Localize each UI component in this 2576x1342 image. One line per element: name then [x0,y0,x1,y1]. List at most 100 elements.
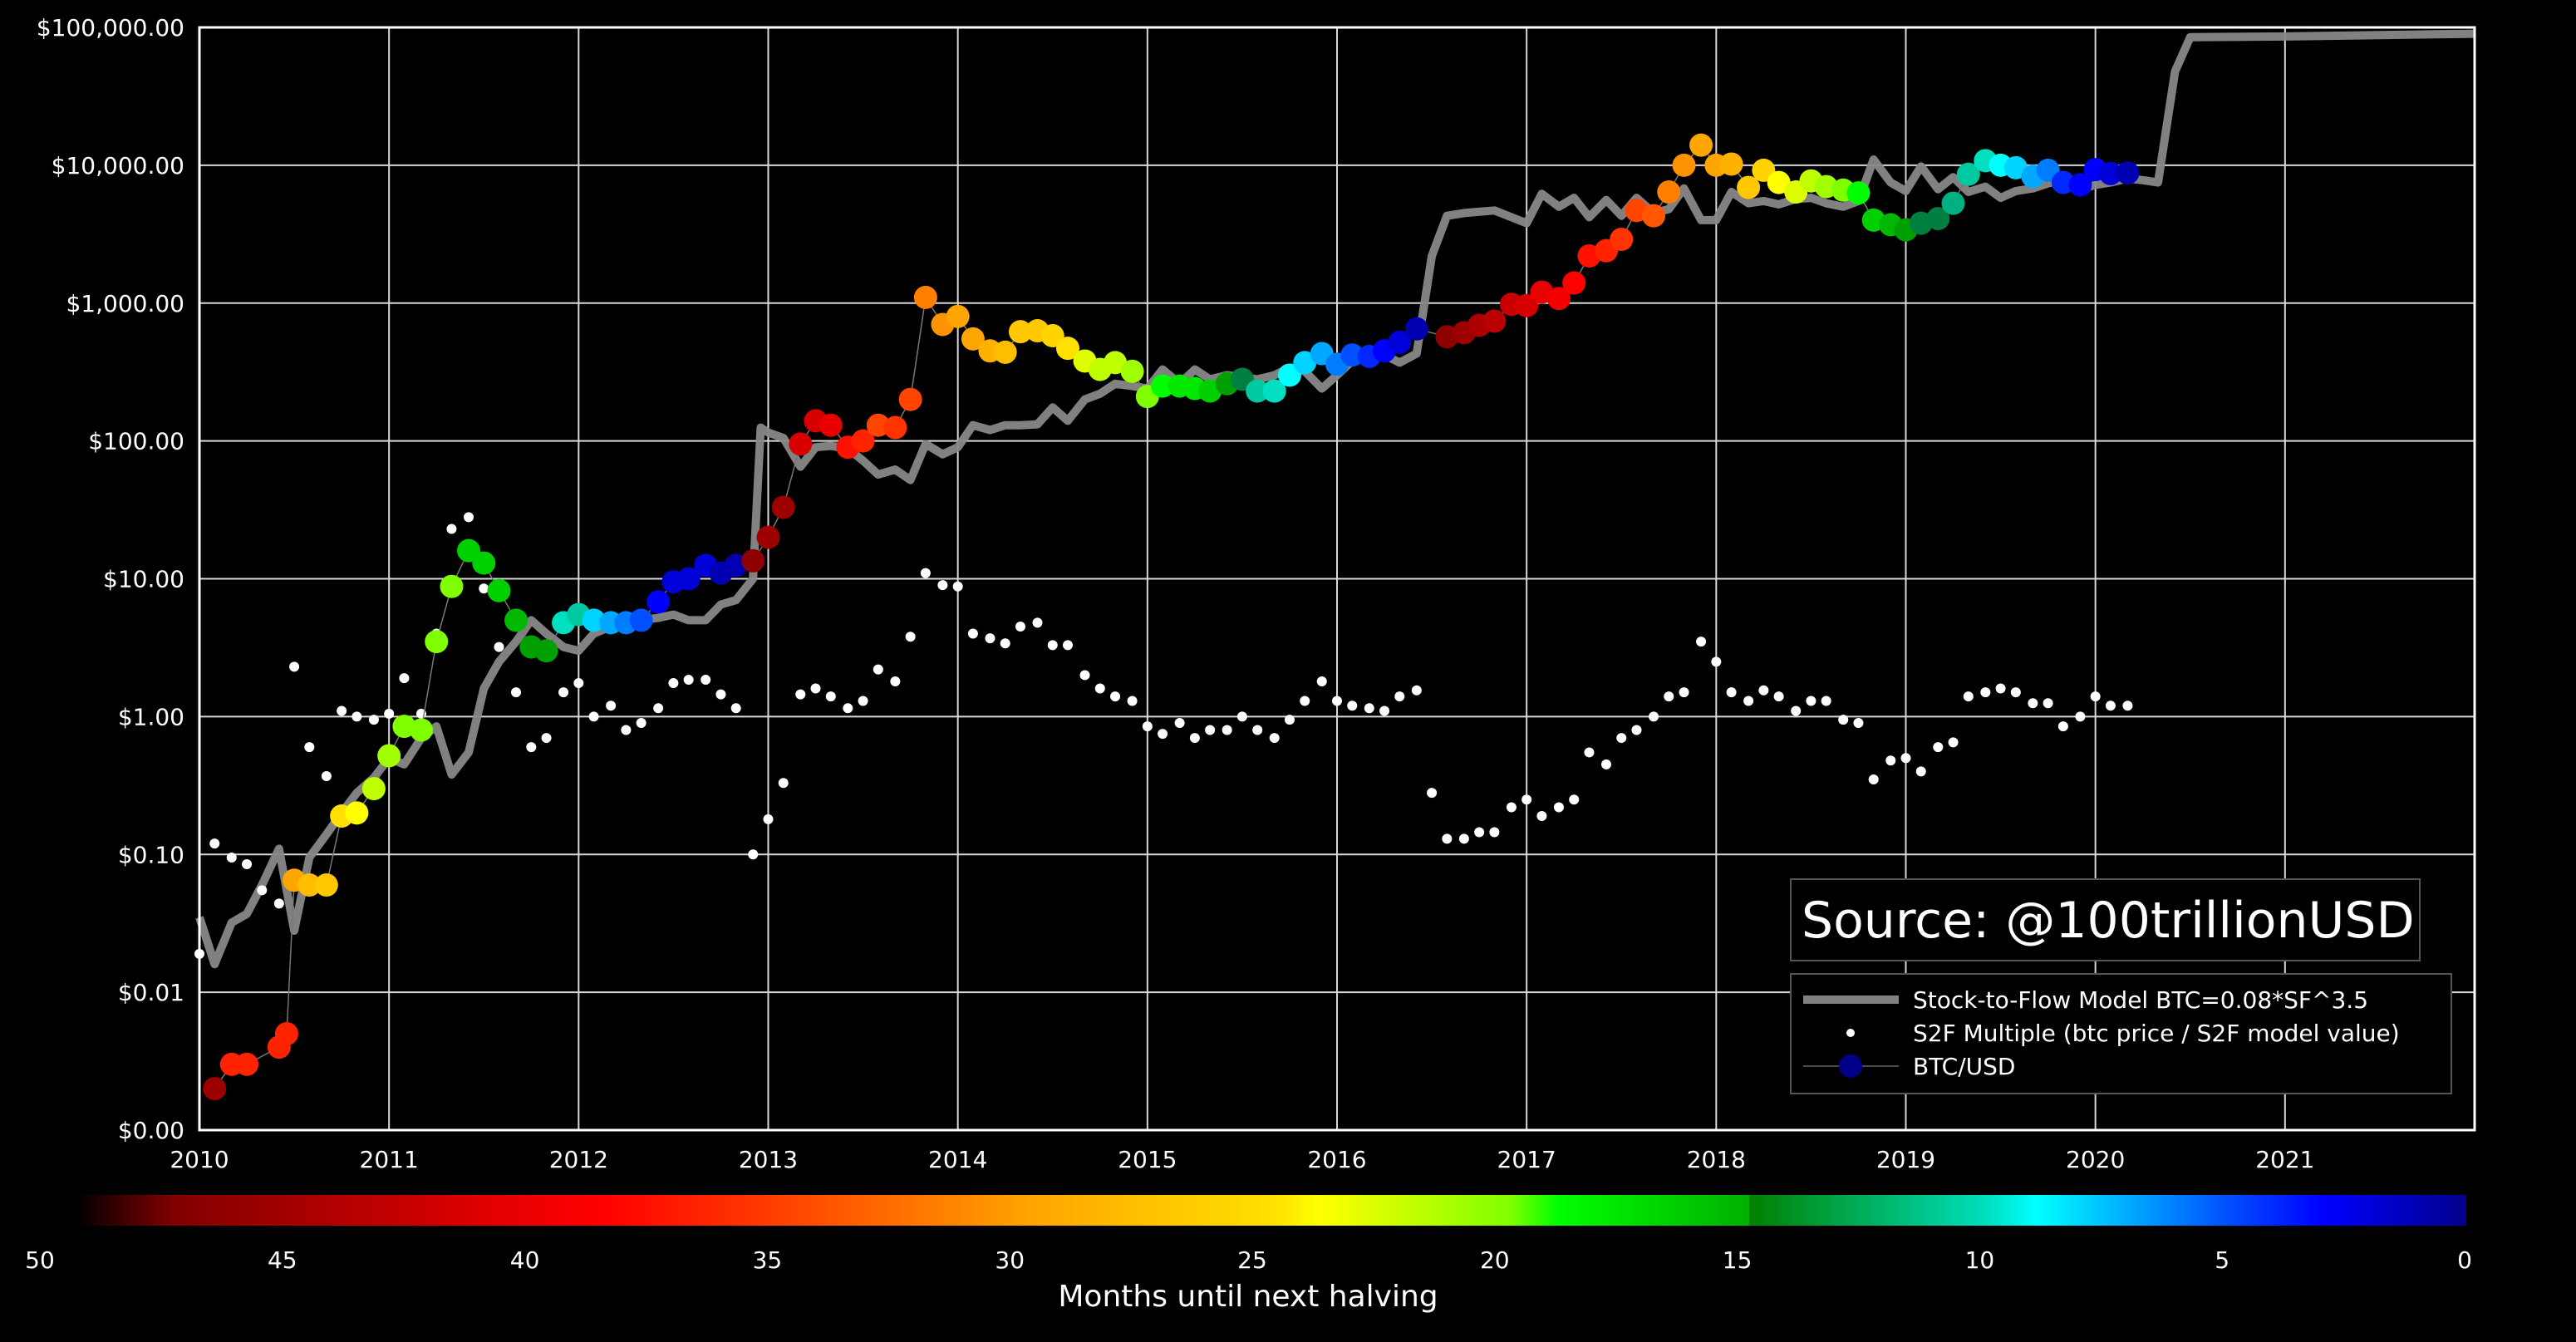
multiple-point [463,512,474,523]
multiple-point [1316,676,1327,687]
y-tick-label: $10,000.00 [52,152,184,179]
multiple-point [1522,794,1532,805]
source-text: Source: @100trillionUSD [1802,892,2415,950]
multiple-point [1696,637,1707,647]
btc-point [1846,181,1871,205]
multiple-point [1933,742,1944,753]
multiple-point [1094,683,1105,694]
btc-point [1672,153,1696,177]
btc-point [1642,204,1666,228]
multiple-point [1189,733,1200,744]
y-tick-label: $100.00 [88,428,184,455]
btc-point [472,551,496,575]
multiple-point [1379,705,1390,716]
multiple-point [1838,715,1849,725]
multiple-point [1063,640,1074,651]
multiple-point [1489,827,1500,838]
btc-point [819,413,843,437]
x-tick-label: 2016 [1307,1146,1366,1173]
btc-point [203,1077,227,1101]
btc-point [1404,317,1428,341]
multiple-point [1474,827,1485,838]
colorbar-gradient [76,1195,2466,1226]
multiple-point [1584,747,1595,758]
multiple-point [1616,733,1627,744]
multiple-point [748,849,759,860]
btc-point [440,574,464,598]
multiple-point [304,742,315,753]
multiple-point [2090,691,2101,702]
colorbar-tick-label: 35 [753,1246,783,1274]
btc-point [629,608,653,632]
colorbar-title: Months until next halving [1058,1280,1438,1314]
multiple-point [1948,737,1959,748]
multiple-point [526,742,537,753]
btc-point [646,590,671,614]
multiple-point [321,770,332,781]
multiple-point [1000,638,1010,649]
btc-point [1719,152,1743,176]
multiple-point [1791,705,1802,716]
x-tick-label: 2015 [1118,1146,1177,1173]
multiple-point [920,568,931,578]
multiple-point [810,683,821,694]
multiple-point [1347,700,1358,711]
btc-point [274,1022,298,1046]
multiple-point [2075,711,2086,722]
multiple-point [558,687,569,698]
legend-multiple-label: S2F Multiple (btc price / S2F model valu… [1913,1020,2400,1047]
btc-point [1689,133,1713,157]
multiple-point [873,664,883,675]
multiple-point [985,633,995,644]
y-tick-label: $100,000.00 [37,14,184,42]
colorbar-tick-label: 40 [510,1246,540,1274]
x-tick-label: 2013 [739,1146,798,1173]
btc-point [1120,359,1144,383]
multiple-point [1364,703,1374,714]
multiple-point [479,583,489,594]
multiple-point [1711,656,1722,667]
multiple-point [1442,833,1453,844]
btc-point [314,873,338,897]
multiple-point [825,691,836,702]
multiple-point [1284,715,1295,725]
source-annotation: Source: @100trillionUSD [1790,878,2421,961]
btc-point [946,304,970,328]
multiple-point [1110,691,1121,702]
multiple-point [1047,640,1058,651]
y-tick-label: $0.10 [118,841,184,868]
btc-point [898,387,922,411]
legend: Stock-to-Flow Model BTC=0.08*SF^3.5 S2F … [1790,973,2452,1094]
multiple-point [2010,687,2021,698]
multiple-point [890,676,901,687]
multiple-point [573,678,584,689]
x-tick-label: 2018 [1687,1146,1746,1173]
multiple-point [1995,683,2006,694]
multiple-point [1631,725,1642,735]
btc-point [1562,271,1586,295]
multiple-point [1773,691,1784,702]
multiple-point [1458,833,1469,844]
multiple-point [384,708,395,719]
btc-point [741,548,765,573]
multiple-point [2028,698,2038,709]
multiple-point [2043,698,2053,709]
multiple-point [1726,687,1737,698]
multiple-point [1079,670,1090,681]
multiple-point [636,717,646,728]
multiple-point [621,725,632,735]
multiple-point [1553,802,1564,813]
multiple-point [606,700,617,711]
multiple-point [1332,696,1342,706]
multiple-point [1743,696,1754,706]
multiple-point [209,838,220,849]
multiple-point [1569,794,1580,805]
multiple-point [778,778,789,789]
btc-point [361,777,386,801]
colorbar-tick-label: 45 [268,1246,297,1274]
btc-point [377,744,401,768]
x-tick-label: 2010 [170,1146,229,1173]
btc-point [756,525,780,549]
legend-btc-label: BTC/USD [1913,1053,2015,1080]
multiple-point [795,689,806,700]
